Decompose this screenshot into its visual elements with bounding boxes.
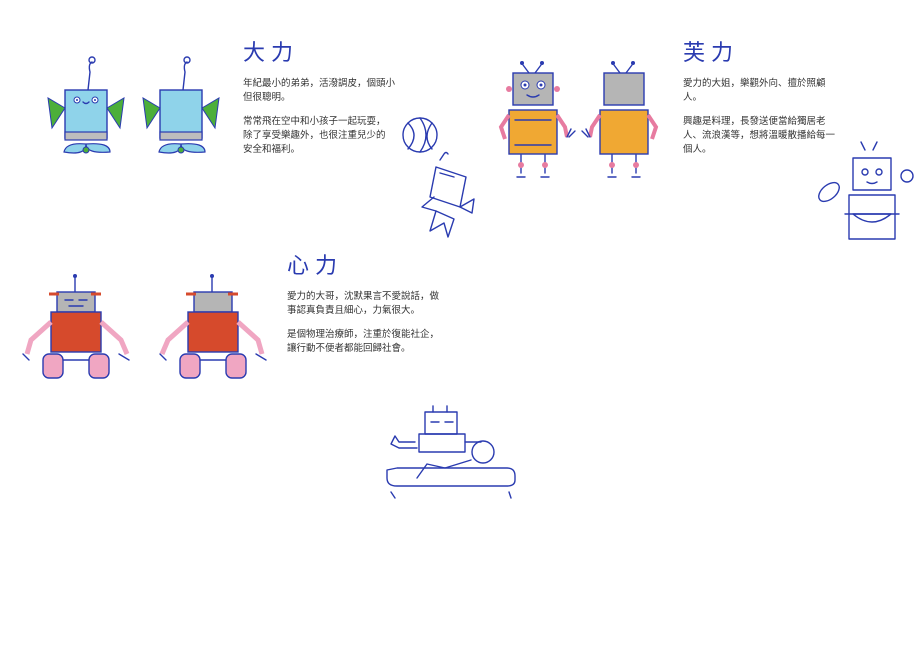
xinli-section: 心力 愛力的大哥，沈默果言不愛說話，做 事認真負責且細心，力氣很大。 是個物理治… — [287, 248, 462, 366]
dali-name: 大力 — [243, 41, 300, 66]
fuli-robot-front-illustration — [498, 61, 576, 178]
dali-robot-front-illustration — [47, 56, 125, 154]
dali-section: 大力 年紀最小的弟弟，活潑調皮，個頭小 但很聰明。 常常飛在空中和小孩子一起玩耍… — [243, 35, 423, 167]
fuli-cooking-sketch — [818, 141, 914, 240]
fuli-intro: 愛力的大姐，樂觀外向、擅於照顧 人。 — [683, 78, 826, 103]
fuli-robot-back-illustration — [581, 61, 659, 178]
dali-playing-ball-sketch — [402, 117, 475, 238]
xinli-robot-front-illustration — [22, 274, 130, 379]
xinli-name: 心力 — [287, 254, 344, 279]
xinli-therapy-sketch — [386, 405, 516, 499]
xinli-intro: 愛力的大哥，沈默果言不愛說話，做 事認真負責且細心，力氣很大。 — [287, 291, 440, 316]
dali-hobby: 常常飛在空中和小孩子一起玩耍， 除了享受樂趣外，也很注重兒少的 安全和福利。 — [243, 116, 386, 155]
fuli-name: 芙力 — [683, 41, 740, 66]
dali-intro: 年紀最小的弟弟，活潑調皮，個頭小 但很聰明。 — [243, 78, 396, 103]
xinli-robot-back-illustration — [159, 274, 267, 379]
xinli-hobby: 是個物理治療師，注重於復能社企， 讓行動不便者都能回歸社會。 — [287, 329, 440, 354]
dali-robot-back-illustration — [142, 56, 220, 154]
